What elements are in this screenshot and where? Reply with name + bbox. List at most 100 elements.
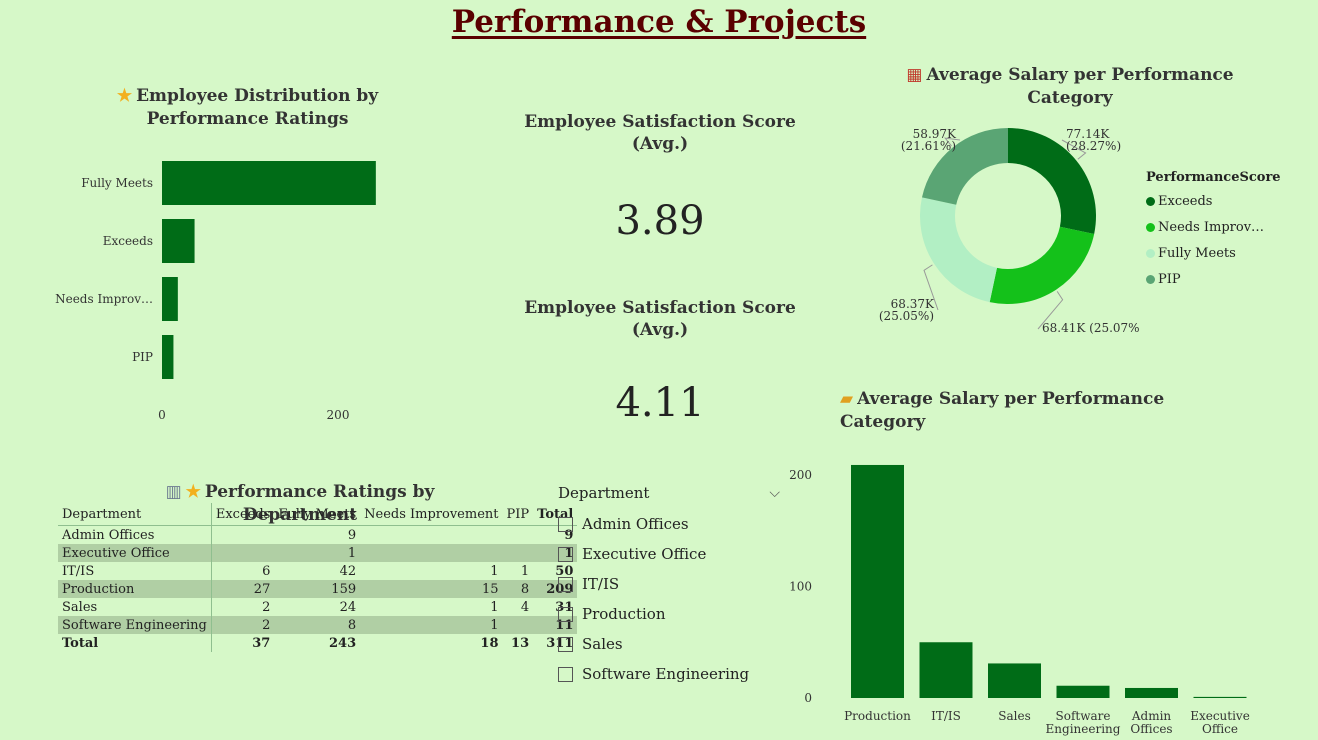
- donut-slice-2[interactable]: [920, 197, 997, 303]
- category-label: IT/IS: [931, 709, 961, 723]
- legend-label: PIP: [1158, 271, 1181, 287]
- table-cell: [360, 544, 503, 562]
- category-label: PIP: [132, 350, 153, 364]
- category-label: Production: [844, 709, 911, 723]
- department-slicer: Department ⌵ Admin Offices Executive Offi…: [558, 483, 780, 689]
- slicer-option-label: Admin Offices: [582, 515, 689, 533]
- category-label: Software: [1056, 709, 1111, 723]
- table-row: Executive Office 1 1: [58, 544, 578, 562]
- salary-column-chart[interactable]: 0 100 200 Production IT/IS Sales SoftwareEngin…: [780, 450, 1260, 740]
- table-cell: 18: [480, 635, 499, 651]
- legend-item[interactable]: Exceeds: [1146, 188, 1306, 214]
- checkbox[interactable]: [558, 546, 573, 562]
- star-icon: ★: [116, 86, 133, 106]
- slicer-header[interactable]: Department ⌵: [558, 483, 780, 503]
- page-title: Performance & Projects: [451, 4, 867, 40]
- column-header[interactable]: Needs Improvement: [360, 503, 503, 526]
- column-5[interactable]: [1193, 696, 1247, 698]
- y-tick-label: 200: [789, 468, 812, 482]
- slicer-option-label: Software Engineering: [582, 665, 750, 683]
- slice-label: 68.41K (25.07%): [1042, 321, 1140, 335]
- slicer-option[interactable]: Software Engineering: [558, 659, 780, 689]
- checkbox[interactable]: [558, 576, 573, 592]
- table-cell: 13: [511, 635, 530, 651]
- column-4[interactable]: [1125, 687, 1178, 698]
- slicer-option[interactable]: IT/IS: [558, 569, 780, 599]
- legend-dot: [1146, 196, 1155, 206]
- bar-1[interactable]: [162, 219, 195, 263]
- table-cell: [502, 616, 534, 634]
- column-header[interactable]: PIP: [502, 503, 534, 526]
- bar-3[interactable]: [162, 335, 174, 379]
- legend-label: Exceeds: [1158, 193, 1213, 209]
- table-cell: Admin Offices: [58, 525, 212, 544]
- table-cell: 8: [274, 616, 361, 634]
- category-label: Engineering: [1046, 722, 1121, 736]
- bar-2[interactable]: [162, 277, 178, 321]
- column-1[interactable]: [919, 642, 973, 698]
- checkbox[interactable]: [558, 636, 573, 652]
- legend-item[interactable]: Needs Improv…: [1146, 214, 1306, 240]
- table-cell: 8: [502, 580, 534, 598]
- category-label: Office: [1202, 722, 1238, 736]
- table-row: Production 27 159 15 8 209: [58, 580, 578, 598]
- x-tick-label: 0: [158, 408, 166, 422]
- table-cell: Software Engineering: [58, 616, 212, 634]
- slicer-option[interactable]: Executive Office: [558, 539, 780, 569]
- table-cell: Sales: [58, 598, 212, 616]
- category-label: Exceeds: [103, 234, 153, 248]
- checkbox[interactable]: [558, 666, 573, 682]
- chevron-down-icon[interactable]: ⌵: [769, 485, 780, 501]
- column-0[interactable]: [851, 464, 904, 698]
- table-cell: 37: [252, 635, 271, 651]
- legend-item[interactable]: Fully Meets: [1146, 240, 1306, 266]
- slicer-option[interactable]: Sales: [558, 629, 780, 659]
- distribution-bar-chart[interactable]: Fully Meets Exceeds Needs Improv… PIP 0 200: [40, 150, 440, 430]
- category-label: Offices: [1130, 722, 1172, 736]
- slicer-option[interactable]: Production: [558, 599, 780, 629]
- table-cell: [503, 526, 534, 545]
- donut-slice-1[interactable]: [989, 226, 1095, 304]
- slicer-option[interactable]: Admin Offices: [558, 509, 780, 539]
- table-cell: IT/IS: [58, 562, 212, 580]
- slicer-option-label: Production: [582, 605, 666, 623]
- salary-donut-chart[interactable]: 77.14K(28.27%)68.41K (25.07%)68.37K(25.0…: [870, 110, 1140, 350]
- legend-title: PerformanceScore: [1146, 170, 1281, 185]
- column-header[interactable]: Exceeds: [211, 503, 275, 526]
- table-cell: 1: [520, 563, 530, 579]
- column-2[interactable]: [988, 663, 1041, 698]
- slice-label-pct: (28.27%): [1066, 139, 1121, 153]
- legend-item[interactable]: PIP: [1146, 266, 1306, 292]
- legend-dot: [1146, 274, 1155, 284]
- folder-icon: ▰: [840, 389, 854, 409]
- table-cell: [502, 544, 534, 562]
- bar-0[interactable]: [162, 161, 376, 205]
- table-cell: 1: [490, 599, 499, 615]
- table-total-row: Total 37 243 18 13 311: [58, 634, 577, 652]
- legend-dot: [1146, 222, 1155, 232]
- column-header[interactable]: Fully Meets: [274, 503, 361, 526]
- table-cell: 2: [262, 599, 271, 615]
- satisfaction-card-value-1: 3.89: [615, 198, 705, 244]
- table-row: Admin Offices 9 9: [58, 525, 577, 545]
- checkbox[interactable]: [558, 516, 573, 532]
- table-row: Sales 2 24 1 4 31: [58, 598, 577, 616]
- satisfaction-card-title-1: Employee Satisfaction Score (Avg.): [524, 112, 796, 154]
- table-cell: 1: [490, 563, 499, 579]
- table-cell: 9: [347, 527, 357, 543]
- legend-label: Needs Improv…: [1158, 219, 1265, 235]
- column-3[interactable]: [1056, 685, 1110, 698]
- table-cell: 15: [360, 580, 503, 598]
- table-cell: [360, 526, 502, 545]
- table-cell: [211, 544, 275, 562]
- column-header[interactable]: Department: [58, 503, 212, 526]
- checkbox[interactable]: [558, 606, 573, 622]
- abacus-icon: ▦: [906, 65, 923, 85]
- donut-legend: PerformanceScore Exceeds Needs Improv… Ful…: [1146, 170, 1306, 292]
- category-label: Fully Meets: [81, 176, 153, 190]
- satisfaction-card-value-2: 4.11: [615, 380, 705, 426]
- slice-label-pct: (21.61%): [901, 139, 956, 153]
- table-cell: 1: [360, 616, 503, 634]
- star-icon: ★: [185, 482, 201, 502]
- table-cell: Executive Office: [58, 544, 212, 562]
